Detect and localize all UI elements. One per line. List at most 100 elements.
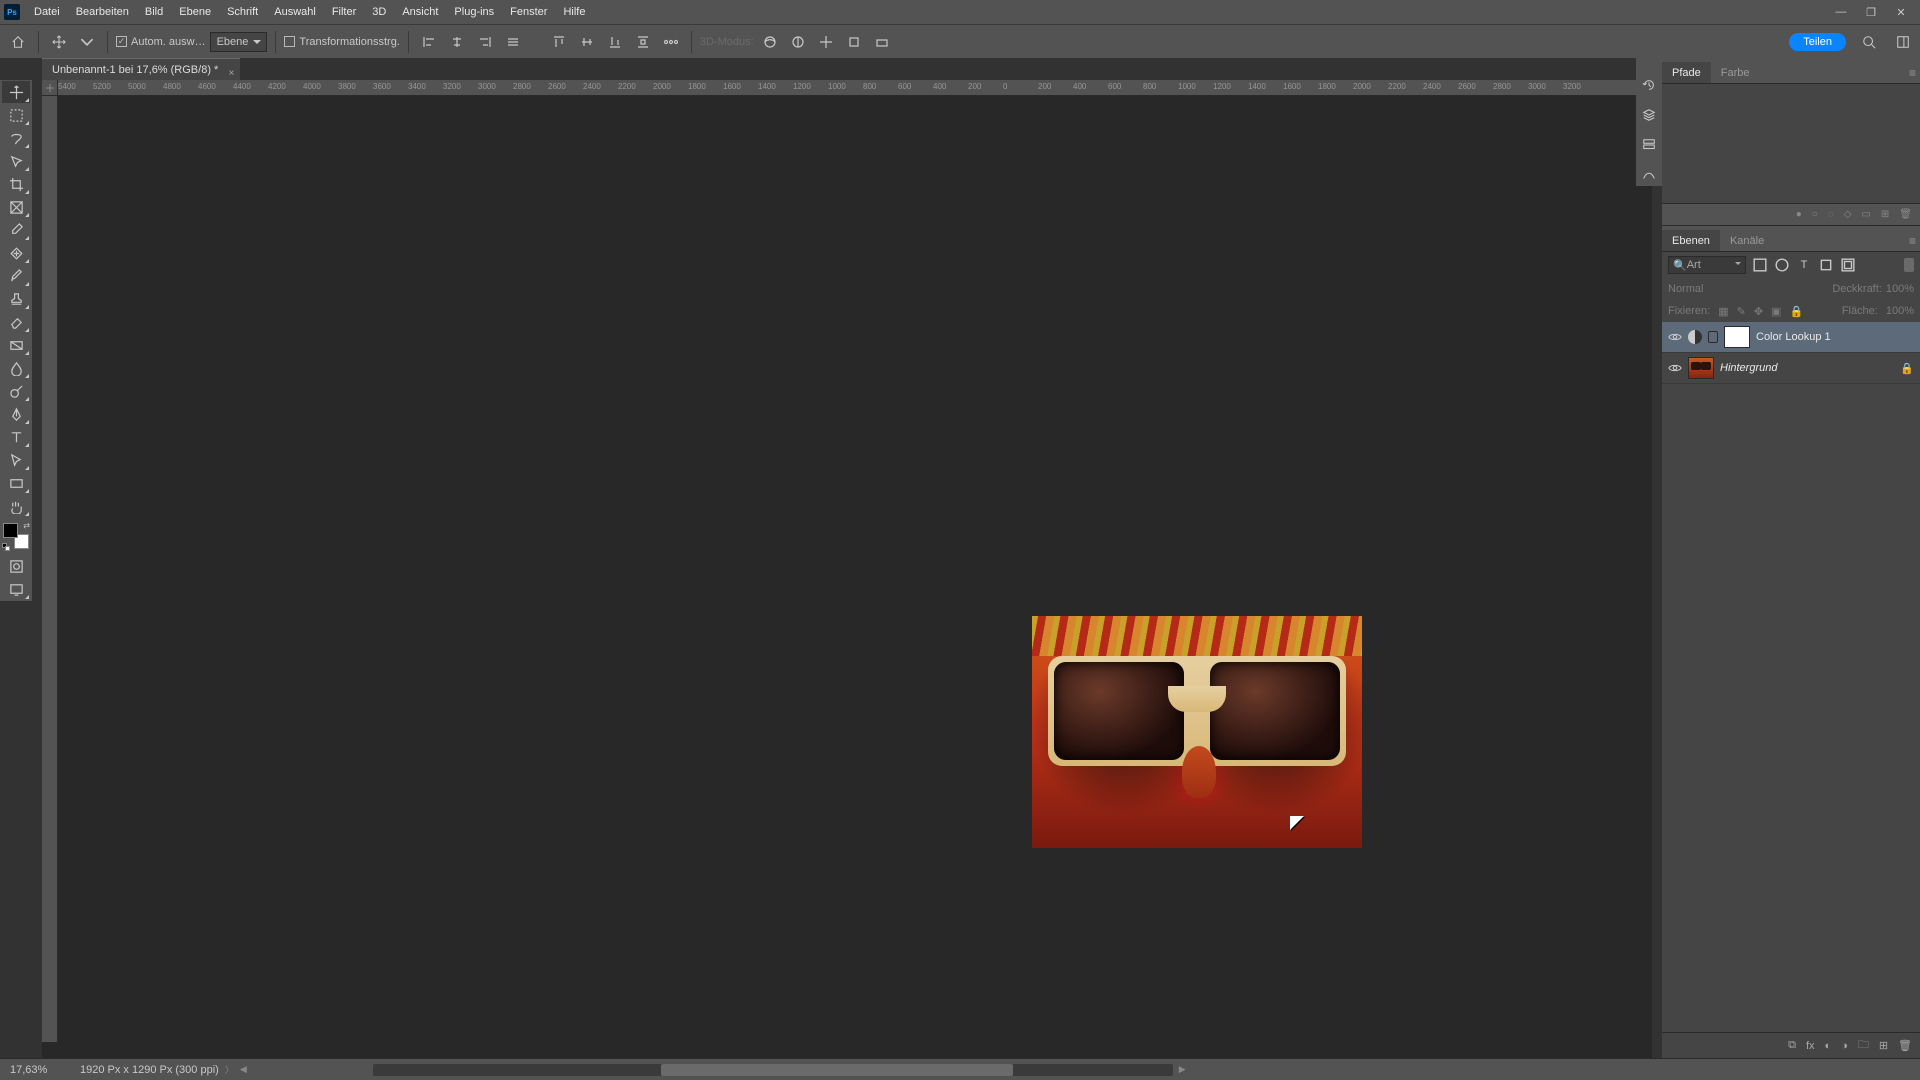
menu-item[interactable]: Bearbeiten xyxy=(68,0,137,24)
stroke-path-icon[interactable]: ○ xyxy=(1812,209,1818,220)
layer-thumb[interactable] xyxy=(1688,357,1714,379)
link-layers-icon[interactable]: ⧉ xyxy=(1788,1039,1796,1052)
lock-position-icon[interactable]: ✎ xyxy=(1737,305,1746,318)
eyedropper-tool[interactable] xyxy=(2,219,30,241)
delete-path-icon[interactable]: 🗑 xyxy=(1899,209,1912,220)
home-button[interactable] xyxy=(6,30,30,54)
stamp-tool[interactable] xyxy=(2,288,30,310)
transform-controls-checkbox[interactable]: Transformationsstrg. xyxy=(284,36,399,48)
lock-icon[interactable]: 🔒 xyxy=(1900,362,1914,375)
lock-artboard-icon[interactable]: ▣ xyxy=(1771,305,1781,318)
auto-select-target-dropdown[interactable]: Ebene xyxy=(210,32,268,52)
layer-name[interactable]: Color Lookup 1 xyxy=(1756,331,1831,343)
marquee-tool[interactable] xyxy=(2,104,30,126)
eraser-tool[interactable] xyxy=(2,311,30,333)
blend-mode-dropdown[interactable]: Normal xyxy=(1668,283,1703,295)
pen-tool[interactable] xyxy=(2,403,30,425)
opacity-value[interactable]: 100% xyxy=(1886,283,1914,295)
menu-item[interactable]: Datei xyxy=(26,0,68,24)
new-group-icon[interactable]: 🗀 xyxy=(1858,1036,1869,1055)
quickmask-tool[interactable] xyxy=(2,555,30,577)
new-layer-icon[interactable]: ⊞ xyxy=(1879,1039,1888,1052)
dodge-tool[interactable] xyxy=(2,380,30,402)
distribute-icon[interactable] xyxy=(631,30,655,54)
canvas-area[interactable]: 5400520050004800460044004200400038003600… xyxy=(42,80,1652,1058)
document-image[interactable] xyxy=(1032,616,1362,848)
lock-all-icon[interactable]: 🔒 xyxy=(1789,305,1803,318)
fx-icon[interactable]: fx xyxy=(1806,1040,1815,1052)
align-center-v-icon[interactable] xyxy=(575,30,599,54)
properties-panel-icon[interactable] xyxy=(1638,134,1660,156)
visibility-icon[interactable] xyxy=(1668,330,1682,344)
lock-move-icon[interactable]: ✥ xyxy=(1754,305,1763,318)
blur-tool[interactable] xyxy=(2,357,30,379)
filter-adjust-icon[interactable] xyxy=(1774,257,1790,273)
add-mask-icon[interactable]: ◐ xyxy=(1825,1040,1832,1052)
layer-mask-thumb[interactable] xyxy=(1724,326,1750,348)
rectangle-tool[interactable] xyxy=(2,472,30,494)
share-button[interactable]: Teilen xyxy=(1789,33,1846,51)
hand-tool[interactable] xyxy=(2,495,30,517)
gradient-tool[interactable] xyxy=(2,334,30,356)
tab-pfade[interactable]: Pfade xyxy=(1662,62,1711,83)
tab-farbe[interactable]: Farbe xyxy=(1711,62,1760,83)
adjustments-panel-icon[interactable] xyxy=(1638,164,1660,186)
filter-toggle[interactable] xyxy=(1904,258,1914,272)
scroll-right-icon[interactable]: ▶ xyxy=(1179,1064,1186,1075)
new-adjustment-icon[interactable]: ◑ xyxy=(1841,1040,1848,1052)
paths-panel-body[interactable] xyxy=(1662,84,1920,204)
type-tool[interactable] xyxy=(2,426,30,448)
healing-tool[interactable] xyxy=(2,242,30,264)
brush-tool[interactable] xyxy=(2,265,30,287)
menu-item[interactable]: Auswahl xyxy=(266,0,324,24)
color-swatches[interactable]: ⇄ xyxy=(3,523,29,549)
zoom-level[interactable]: 17,63% xyxy=(10,1064,80,1076)
tab-kanale[interactable]: Kanäle xyxy=(1720,230,1774,251)
move-tool[interactable] xyxy=(2,81,30,103)
close-button[interactable]: ✕ xyxy=(1890,4,1912,20)
menu-item[interactable]: Schrift xyxy=(219,0,266,24)
horizontal-ruler[interactable]: 5400520050004800460044004200400038003600… xyxy=(58,80,1652,96)
delete-layer-icon[interactable]: 🗑 xyxy=(1898,1039,1912,1052)
swap-colors-icon[interactable]: ⇄ xyxy=(23,521,30,530)
more-align-icon[interactable] xyxy=(501,30,525,54)
layers-panel-icon[interactable] xyxy=(1638,104,1660,126)
ruler-origin[interactable] xyxy=(42,80,58,96)
foreground-color[interactable] xyxy=(3,523,18,538)
minimize-button[interactable]: — xyxy=(1830,4,1852,20)
layer-item[interactable]: Hintergrund 🔒 xyxy=(1662,353,1920,384)
default-colors-icon[interactable] xyxy=(2,543,10,551)
layer-filter-dropdown[interactable]: 🔍 Art xyxy=(1668,256,1746,274)
align-center-h-icon[interactable] xyxy=(445,30,469,54)
fill-path-icon[interactable]: ● xyxy=(1796,209,1802,220)
fill-value[interactable]: 100% xyxy=(1886,305,1914,317)
scroll-left-icon[interactable]: ◀ xyxy=(240,1064,247,1075)
link-icon[interactable] xyxy=(1708,331,1718,343)
lasso-tool[interactable] xyxy=(2,127,30,149)
visibility-icon[interactable] xyxy=(1668,361,1682,375)
menu-item[interactable]: Plug-ins xyxy=(446,0,502,24)
doc-info[interactable]: 1920 Px x 1290 Px (300 ppi) xyxy=(80,1064,219,1076)
menu-item[interactable]: Ebene xyxy=(171,0,219,24)
path-from-selection-icon[interactable]: ◇ xyxy=(1844,209,1852,220)
move-tool-icon[interactable] xyxy=(47,30,71,54)
selection-from-path-icon[interactable]: ◌ xyxy=(1828,209,1834,220)
new-path-icon[interactable]: ⊞ xyxy=(1881,209,1889,220)
frame-tool[interactable] xyxy=(2,196,30,218)
menu-item[interactable]: Bild xyxy=(137,0,171,24)
menu-item[interactable]: 3D xyxy=(364,0,394,24)
panel-menu-icon[interactable]: ≡ xyxy=(1909,66,1916,80)
restore-button[interactable]: ❐ xyxy=(1860,4,1882,20)
layer-item[interactable]: Color Lookup 1 xyxy=(1662,322,1920,353)
menu-item[interactable]: Fenster xyxy=(502,0,555,24)
screenmode-tool[interactable] xyxy=(2,578,30,600)
quick-select-tool[interactable] xyxy=(2,150,30,172)
layer-name[interactable]: Hintergrund xyxy=(1720,362,1777,374)
menu-item[interactable]: Hilfe xyxy=(555,0,593,24)
search-icon[interactable] xyxy=(1858,31,1880,53)
preset-dropdown-icon[interactable] xyxy=(75,30,99,54)
filter-shape-icon[interactable] xyxy=(1818,257,1834,273)
align-top-icon[interactable] xyxy=(547,30,571,54)
align-left-icon[interactable] xyxy=(417,30,441,54)
tab-ebenen[interactable]: Ebenen xyxy=(1662,230,1720,251)
